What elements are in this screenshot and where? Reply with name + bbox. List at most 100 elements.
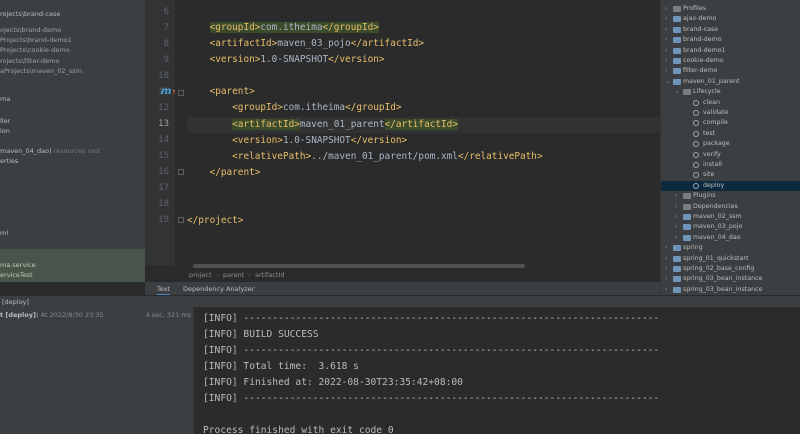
maven-module-icon <box>683 214 691 220</box>
project-row[interactable]: aProjects\maven_02_ssm <box>0 66 82 76</box>
maven-goal-site[interactable]: site <box>661 170 800 180</box>
tab-dependency-analyzer[interactable]: Dependency Analyzer <box>183 285 254 293</box>
editor-bottom-tabs: Text Dependency Analyzer <box>145 282 660 296</box>
maven-goal-clean[interactable]: clean <box>661 98 800 108</box>
project-row-selected[interactable]: ma.service <box>0 260 36 270</box>
collapse-arrow-icon[interactable]: ⌄ <box>665 77 670 87</box>
maven-tree-item[interactable]: › Plugins <box>661 191 800 201</box>
expand-arrow-icon[interactable]: › <box>675 212 677 222</box>
maven-tree-item[interactable]: › Profiles <box>661 4 800 14</box>
gear-icon <box>693 151 699 158</box>
expand-arrow-icon[interactable]: › <box>665 243 667 253</box>
code-line: <version>1.0-SNAPSHOT</version> <box>232 135 408 146</box>
maven-tree-item[interactable]: › spring_02_base_config <box>661 264 800 274</box>
line-number: 9 <box>163 55 169 65</box>
expand-arrow-icon[interactable]: › <box>675 191 677 201</box>
maven-goal-verify[interactable]: verify <box>661 150 800 160</box>
expand-arrow-icon[interactable]: › <box>665 285 667 295</box>
maven-tree-item[interactable]: › cookie-demo <box>661 56 800 66</box>
expand-arrow-icon[interactable]: › <box>665 25 667 35</box>
expand-arrow-icon[interactable]: › <box>665 4 667 14</box>
console-line: [INFO] ---------------------------------… <box>203 345 660 356</box>
project-row[interactable]: rojects\filter-demo <box>0 56 60 66</box>
project-row[interactable]: rojects\brand-case <box>0 9 60 19</box>
run-tab-title[interactable]: [deploy] <box>2 298 29 306</box>
maven-module-icon <box>673 68 681 75</box>
project-row[interactable]: maven_04_dao) resources root <box>0 146 100 156</box>
maven-module-icon <box>673 276 681 283</box>
project-row[interactable]: Projects\cookie-demo <box>0 45 70 55</box>
maven-tree-item[interactable]: › spring <box>661 243 800 253</box>
expand-arrow-icon[interactable]: › <box>665 35 667 45</box>
gear-icon <box>693 182 699 189</box>
maven-tree-item[interactable]: › maven_03_pojo <box>661 222 800 232</box>
maven-tree-item[interactable]: › brand-case <box>661 25 800 35</box>
run-toolbar: [deploy] <box>0 295 800 307</box>
breadcrumb-item[interactable]: artifactId <box>255 271 284 279</box>
project-row[interactable]: ma <box>0 94 10 104</box>
console-line: Process finished with exit code 0 <box>203 425 394 434</box>
code-line: <groupId>com.itheima</groupId> <box>232 102 402 113</box>
maven-module-icon <box>673 26 681 33</box>
maven-tree-item[interactable]: › spring_03_bean_instance <box>661 274 800 284</box>
maven-tree-item[interactable]: › spring_03_bean_instance <box>661 285 800 295</box>
collapse-arrow-icon[interactable]: ⌄ <box>675 87 680 97</box>
project-row[interactable]: ion <box>0 126 10 136</box>
fold-marker-icon[interactable] <box>178 217 184 223</box>
expand-arrow-icon[interactable]: › <box>665 254 667 264</box>
maven-tree-item[interactable]: › brand-demo1 <box>661 46 800 56</box>
maven-tree-item[interactable]: › Dependencies <box>661 202 800 212</box>
maven-tree-item[interactable]: › maven_04_dao <box>661 233 800 243</box>
line-number: 6 <box>163 7 169 17</box>
breadcrumb-item[interactable]: parent <box>223 271 244 279</box>
maven-goal-install[interactable]: install <box>661 160 800 170</box>
maven-tree-item[interactable]: ⌄ Lifecycle <box>661 87 800 97</box>
code-editor[interactable]: <groupId>com.itheima</groupId> <artifact… <box>187 0 660 265</box>
maven-tree-item[interactable]: › maven_02_ssm <box>661 212 800 222</box>
maven-goal-compile[interactable]: compile <box>661 118 800 128</box>
line-number: 12 <box>158 103 169 113</box>
gear-icon <box>693 172 699 179</box>
console-line: [INFO] Finished at: 2022-08-30T23:35:42+… <box>203 377 463 388</box>
fold-marker-icon[interactable] <box>178 90 184 96</box>
line-number-current: 13 <box>158 119 169 129</box>
code-line: <groupId>com.itheima</groupId> <box>209 22 379 33</box>
maven-tree-item[interactable]: › brand-demo <box>661 35 800 45</box>
expand-arrow-icon[interactable]: › <box>665 274 667 284</box>
maven-goal-package[interactable]: package <box>661 139 800 149</box>
maven-module-icon <box>673 78 681 85</box>
expand-arrow-icon[interactable]: › <box>675 233 677 243</box>
breadcrumb-item[interactable]: project <box>189 271 212 279</box>
expand-arrow-icon[interactable]: › <box>675 222 677 232</box>
code-line: <parent> <box>209 86 255 97</box>
run-duration: 4 sec, 321 ms <box>145 311 191 319</box>
maven-tree-item[interactable]: ⌄ maven_01_parent <box>661 77 800 87</box>
expand-arrow-icon[interactable]: › <box>665 46 667 56</box>
console-output[interactable]: [INFO] ---------------------------------… <box>193 307 800 434</box>
expand-arrow-icon[interactable]: › <box>665 66 667 76</box>
maven-tree-item[interactable]: › filter-demo <box>661 66 800 76</box>
gear-icon <box>693 120 699 127</box>
maven-tree-item[interactable]: › ajax-demo <box>661 14 800 24</box>
project-row[interactable]: ojects\brand-demo <box>0 25 61 35</box>
maven-tree-item[interactable]: › spring_01_quickstart <box>661 254 800 264</box>
fold-marker-icon[interactable] <box>178 169 184 175</box>
selected-rows: ma.service erviceTest <box>0 249 145 282</box>
maven-goal-deploy[interactable]: deploy <box>661 180 800 192</box>
run-tree-item[interactable]: t [deploy]: At 2022/8/30 23:35 4 sec, 32… <box>0 311 193 322</box>
line-number-gutter: 6 7 8 9 10 11 12 13 14 15 16 17 18 19 m↑ <box>145 0 176 265</box>
console-line: [INFO] ---------------------------------… <box>203 393 660 404</box>
project-row[interactable]: erties <box>0 156 18 166</box>
expand-arrow-icon[interactable]: › <box>665 56 667 66</box>
project-row[interactable]: ller <box>0 116 10 126</box>
project-row-selected[interactable]: erviceTest <box>0 270 33 280</box>
expand-arrow-icon[interactable]: › <box>665 264 667 274</box>
project-row[interactable]: ml <box>0 228 8 238</box>
maven-goal-validate[interactable]: validate <box>661 108 800 118</box>
project-row[interactable]: Projects\brand-demo1 <box>0 35 72 45</box>
folder-icon <box>683 193 691 200</box>
run-tree: t [deploy]: At 2022/8/30 23:35 4 sec, 32… <box>0 307 193 434</box>
maven-goal-test[interactable]: test <box>661 129 800 139</box>
expand-arrow-icon[interactable]: › <box>675 202 677 212</box>
expand-arrow-icon[interactable]: › <box>665 14 667 24</box>
